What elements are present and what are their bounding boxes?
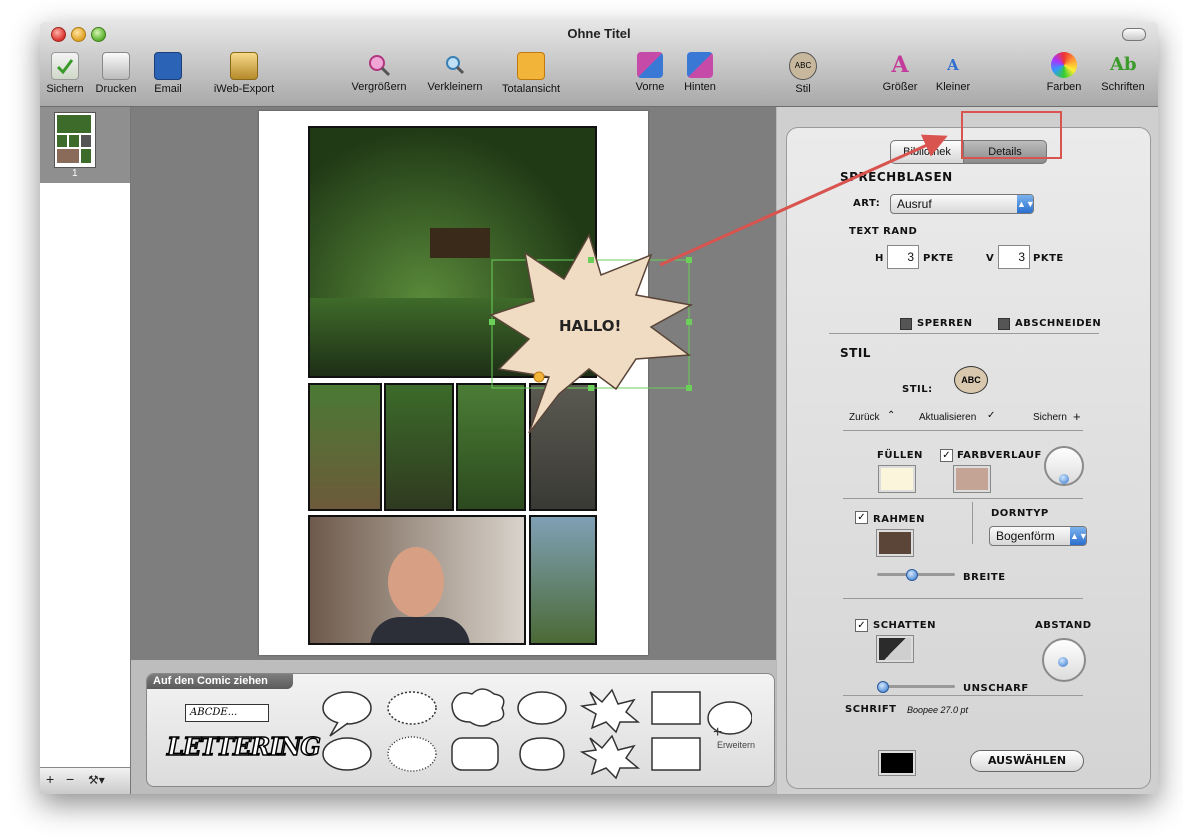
annotation-arrow	[659, 134, 948, 267]
